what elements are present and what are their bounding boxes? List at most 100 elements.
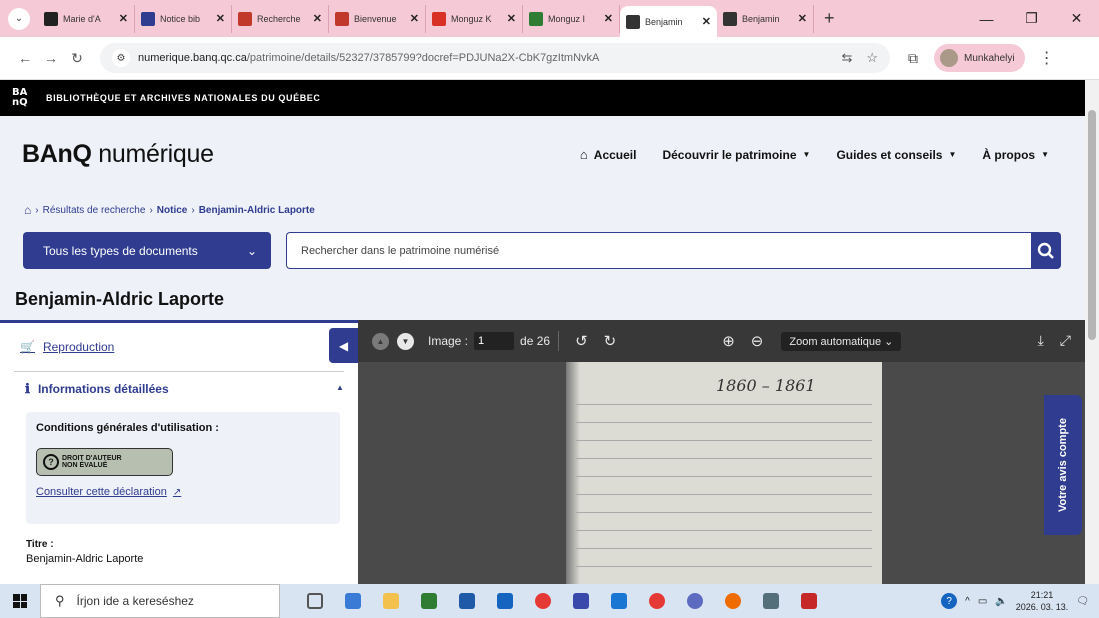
zoom-out-icon[interactable]: ⊖ — [751, 332, 764, 350]
windows-taskbar: ⚲ Írjon ide a kereséshez ? ^ ▭ 🔈 21:21 2… — [0, 584, 1099, 618]
cart-icon: 🛒 — [20, 340, 35, 354]
close-window-button[interactable]: ✕ — [1054, 10, 1099, 27]
chevron-up-icon[interactable]: ▲ — [336, 383, 344, 392]
browser-tab[interactable]: Marie d'A ✕ — [38, 4, 135, 33]
institution-name[interactable]: BIBLIOTHÈQUE ET ARCHIVES NATIONALES DU Q… — [46, 93, 321, 103]
chrome-icon[interactable] — [524, 584, 562, 618]
shield-icon[interactable] — [600, 584, 638, 618]
extensions-icon[interactable]: ⧉ — [908, 50, 918, 67]
zoom-select[interactable]: Zoom automatique ⌄ — [781, 331, 902, 351]
browser-tab[interactable]: Monguz K ✕ — [426, 4, 523, 33]
close-tab-icon[interactable]: ✕ — [216, 12, 225, 25]
url-field[interactable]: ⚙ numerique.banq.qc.ca/patrimoine/detail… — [100, 43, 890, 73]
app-icon[interactable] — [334, 584, 372, 618]
nav-home[interactable]: ⌂ Accueil — [580, 147, 637, 162]
app-icon[interactable] — [676, 584, 714, 618]
file-explorer-icon[interactable] — [372, 584, 410, 618]
translate-icon[interactable]: ⇆ — [841, 50, 852, 66]
battery-icon[interactable]: ▭ — [978, 596, 987, 607]
chevron-down-icon: ▼ — [948, 150, 957, 159]
reload-button[interactable]: ↻ — [64, 50, 90, 67]
search-input[interactable]: Rechercher dans le patrimoine numérisé — [286, 232, 1031, 269]
browser-menu-icon[interactable]: ⋮ — [1039, 48, 1055, 68]
info-section-toggle[interactable]: ℹ Informations détaillées — [25, 381, 169, 397]
app-icon[interactable] — [714, 584, 752, 618]
collapse-sidebar-button[interactable]: ◀ — [329, 328, 358, 363]
reproduction-link[interactable]: 🛒 Reproduction — [20, 340, 114, 354]
task-view-icon[interactable] — [296, 584, 334, 618]
bookmark-star-icon[interactable]: ☆ — [866, 50, 878, 66]
app-icon[interactable] — [410, 584, 448, 618]
tab-search-button[interactable]: ⌄ — [8, 7, 30, 30]
close-tab-icon[interactable]: ✕ — [313, 12, 322, 25]
nav-discover[interactable]: Découvrir le patrimoine ▼ — [662, 148, 810, 162]
taskbar-search-input[interactable]: ⚲ Írjon ide a kereséshez — [40, 584, 280, 618]
download-icon[interactable]: ⤓ — [1038, 332, 1044, 349]
forward-button[interactable]: → — [38, 50, 64, 66]
rotate-right-icon[interactable]: ↻ — [604, 332, 617, 350]
breadcrumb-notice[interactable]: Notice — [157, 205, 188, 216]
browser-tab[interactable]: Bienvenue ✕ — [329, 4, 426, 33]
document-type-select[interactable]: Tous les types de documents ⌄ — [23, 232, 271, 269]
pdf-icon[interactable] — [790, 584, 828, 618]
tab-favicon-icon — [141, 11, 155, 26]
search-icon: ⚲ — [55, 593, 65, 608]
new-tab-button[interactable]: + — [824, 8, 835, 29]
minimize-button[interactable]: — — [964, 11, 1009, 27]
home-icon: ⌂ — [579, 147, 588, 162]
close-tab-icon[interactable]: ✕ — [119, 12, 128, 25]
browser-tab[interactable]: Benjamin ✕ — [717, 4, 814, 33]
zoom-in-icon[interactable]: ⊕ — [722, 332, 735, 350]
rotate-left-icon[interactable]: ↺ — [575, 332, 588, 350]
home-icon[interactable]: ⌂ — [24, 203, 31, 217]
close-tab-icon[interactable]: ✕ — [604, 12, 613, 25]
breadcrumb-results[interactable]: Résultats de recherche — [43, 205, 146, 216]
declaration-link[interactable]: Consulter cette déclaration ↗ — [36, 486, 330, 498]
url-path: /patrimoine/details/52327/3785799?docref… — [246, 52, 600, 64]
browser-tab[interactable]: Notice bib ✕ — [135, 4, 232, 33]
help-icon[interactable]: ? — [941, 593, 958, 609]
usage-conditions-box: Conditions générales d'utilisation : ? D… — [26, 412, 340, 524]
breadcrumb: ⌂ › Résultats de recherche › Notice › Be… — [24, 203, 315, 217]
search-button[interactable] — [1031, 232, 1061, 269]
chevron-up-icon[interactable]: ^ — [965, 596, 970, 607]
app-icon[interactable] — [562, 584, 600, 618]
tab-title: Monguz I — [548, 13, 586, 24]
nav-about[interactable]: À propos ▼ — [982, 148, 1049, 162]
search-icon — [1037, 242, 1054, 259]
app-icon[interactable] — [448, 584, 486, 618]
close-tab-icon[interactable]: ✕ — [410, 12, 419, 25]
volume-icon[interactable]: 🔈 — [995, 596, 1007, 607]
browser-tab[interactable]: Monguz I ✕ — [523, 4, 620, 33]
previous-page-button[interactable]: ▲ — [372, 332, 389, 350]
close-tab-icon[interactable]: ✕ — [798, 12, 807, 25]
app-icon[interactable] — [752, 584, 790, 618]
scanned-register-page: 1860 – 1861 — [566, 362, 882, 584]
site-info-icon[interactable]: ⚙ — [112, 49, 130, 67]
back-button[interactable]: ← — [12, 50, 38, 66]
close-tab-icon[interactable]: ✕ — [507, 12, 516, 25]
close-tab-icon[interactable]: ✕ — [702, 15, 711, 28]
tab-title: Monguz K — [451, 13, 492, 24]
site-brand[interactable]: BAnQ numérique — [22, 140, 214, 169]
browser-tab[interactable]: Benjamin ✕ — [620, 6, 717, 37]
page-number-input[interactable]: 1 — [474, 332, 515, 350]
tab-favicon-icon — [44, 11, 58, 26]
page-scrollbar[interactable] — [1085, 80, 1099, 584]
notification-icon[interactable]: 🗨 — [1076, 596, 1089, 607]
document-viewer: ▲ ▼ Image : 1 de 26 ↺ ↻ ⊕ ⊖ Zoom automat… — [358, 320, 1085, 584]
next-page-button[interactable]: ▼ — [397, 332, 414, 350]
nav-guides[interactable]: Guides et conseils ▼ — [836, 148, 956, 162]
fullscreen-icon[interactable]: ⤢ — [1060, 332, 1071, 349]
app-icon[interactable] — [486, 584, 524, 618]
profile-button[interactable]: Munkahelyi — [934, 44, 1025, 72]
banq-logo[interactable]: BA nQ — [12, 88, 36, 108]
start-button[interactable] — [0, 584, 40, 618]
tab-title: Notice bib — [160, 13, 201, 24]
chrome-icon[interactable] — [638, 584, 676, 618]
feedback-tab[interactable]: Votre avis compte — [1044, 395, 1082, 535]
browser-tab[interactable]: Recherche ✕ — [232, 4, 329, 33]
taskbar-apps — [296, 584, 828, 618]
restore-button[interactable]: ❐ — [1009, 10, 1054, 27]
clock[interactable]: 21:21 2026. 03. 13. — [1016, 589, 1069, 613]
